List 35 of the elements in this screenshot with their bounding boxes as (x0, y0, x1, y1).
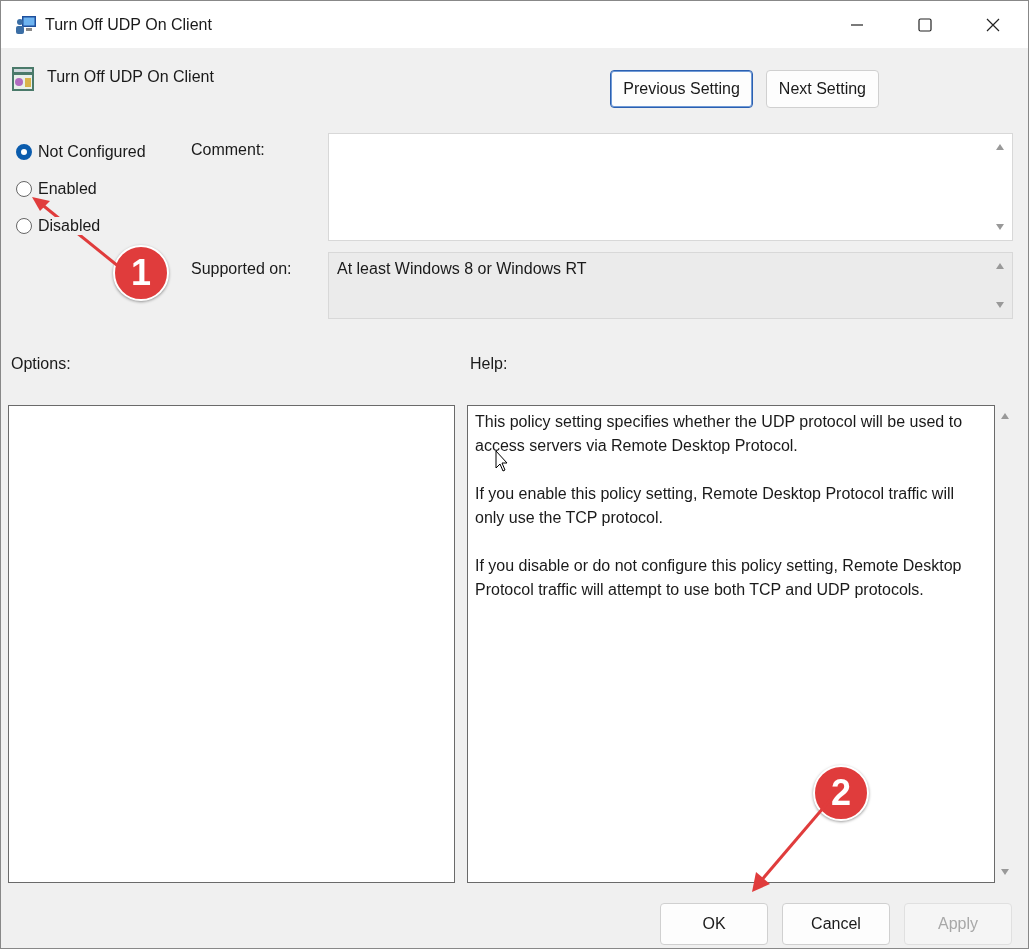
radio-label: Disabled (38, 217, 101, 235)
help-paragraph: If you enable this policy setting, Remote Desktop Protocol traffic will only use the TCP protocol. (475, 484, 956, 528)
window-title: Turn Off UDP On Client (45, 15, 212, 34)
scroll-down-icon[interactable] (1001, 869, 1009, 875)
maximize-icon[interactable] (918, 17, 932, 32)
setting-title: Turn Off UDP On Client (47, 68, 214, 86)
radio-icon[interactable] (16, 181, 32, 197)
radio-option[interactable]: Not Configured (16, 143, 191, 161)
scroll-down-icon[interactable] (996, 302, 1004, 308)
policy-icon (11, 66, 35, 92)
comment-label: Comment: (191, 140, 266, 160)
computer-icon (15, 14, 37, 35)
nav-button[interactable]: Next Setting (765, 70, 879, 108)
radio-icon[interactable] (16, 144, 32, 160)
radio-option[interactable]: Disabled (16, 217, 191, 235)
cursor-icon (495, 450, 509, 472)
comment-field[interactable] (328, 133, 1013, 241)
scroll-up-icon[interactable] (1001, 413, 1009, 419)
radio-icon[interactable] (16, 218, 32, 234)
radio-label: Not Configured (38, 143, 146, 161)
help-label: Help: (470, 355, 508, 374)
dialog-button[interactable]: Cancel (782, 903, 890, 945)
help-paragraph: If you disable or do not configure this policy setting, Remote Desktop Protocol traffic will attempt to use both TCP and UDP protocols. (475, 556, 963, 600)
options-label: Options: (11, 355, 72, 374)
close-icon[interactable] (986, 17, 1000, 32)
help-paragraph: This policy setting specifies whether the UDP protocol will be used to access servers via Remote Desktop Protocol. (475, 412, 964, 456)
callout-badge: 1 (113, 245, 169, 301)
nav-button[interactable]: Previous Setting (610, 70, 753, 108)
supported-value: At least Windows 8 or Windows RT (336, 259, 588, 279)
dialog-button[interactable]: OK (660, 903, 768, 945)
radio-option[interactable]: Enabled (16, 180, 191, 198)
scroll-up-icon[interactable] (996, 263, 1004, 269)
scroll-up-icon[interactable] (996, 144, 1004, 150)
supported-label: Supported on: (191, 259, 293, 279)
scroll-down-icon[interactable] (996, 224, 1004, 230)
